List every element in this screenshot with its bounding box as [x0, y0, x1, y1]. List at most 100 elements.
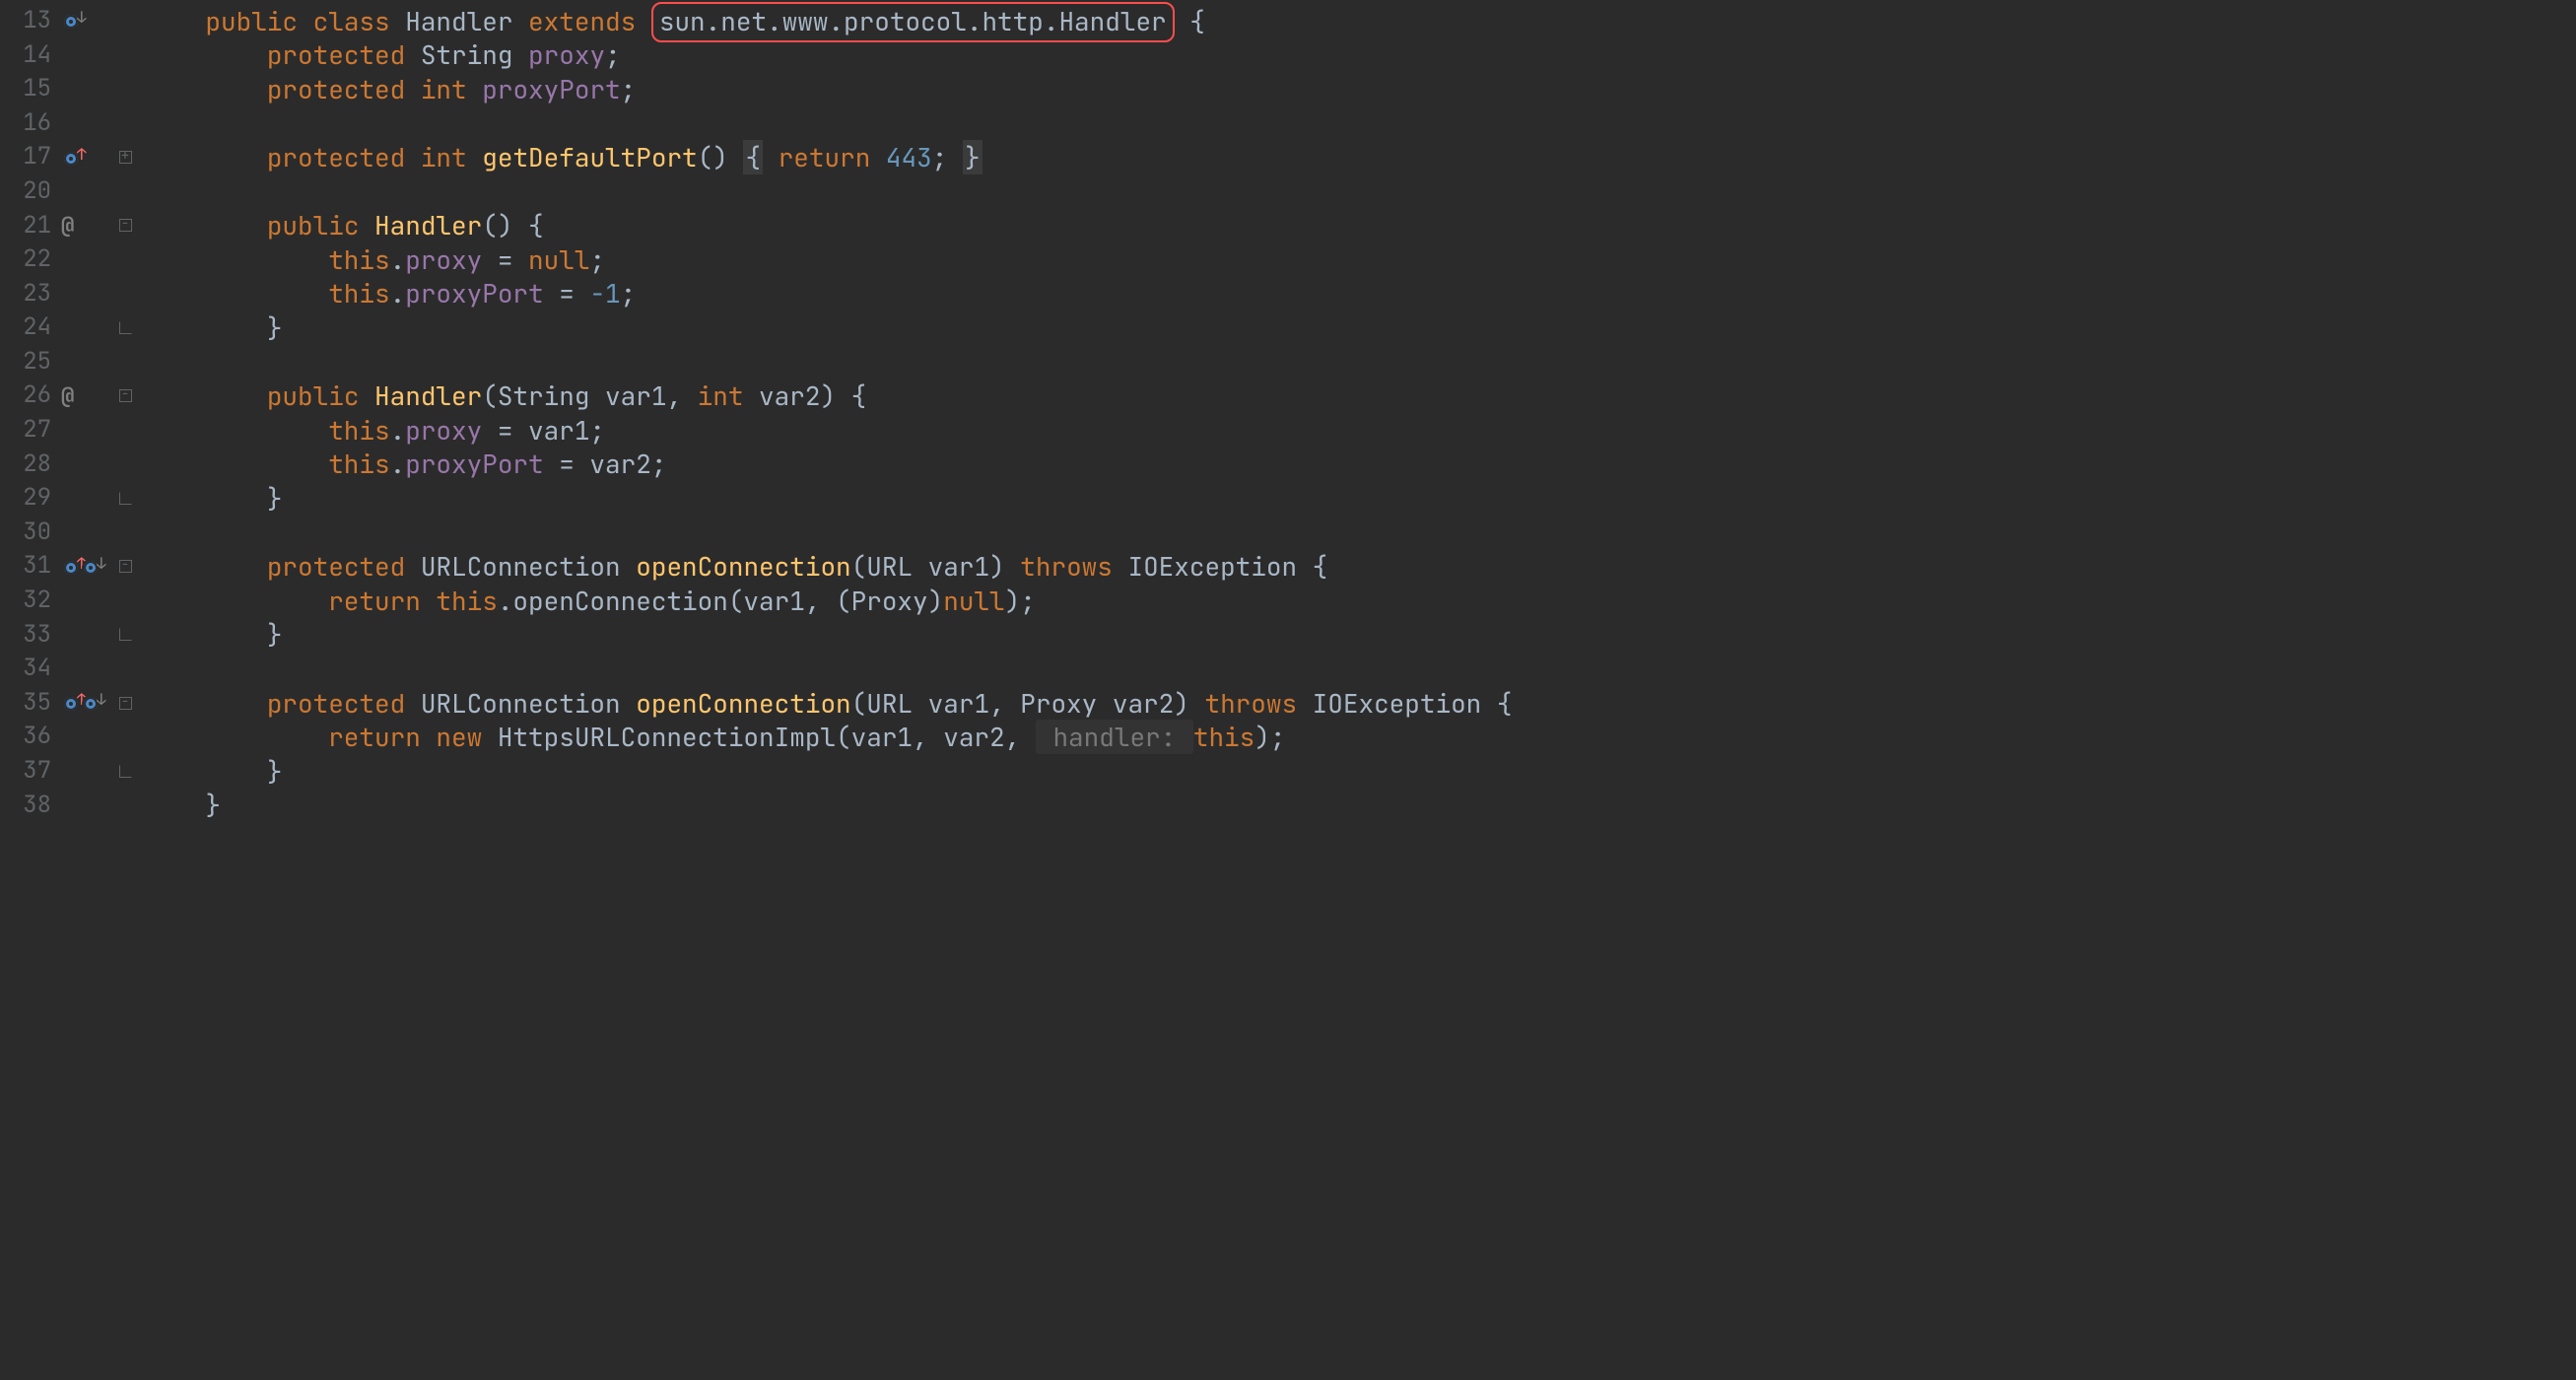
line-number[interactable]: 20: [0, 176, 57, 207]
line-number[interactable]: 27: [0, 415, 57, 446]
function-name: Handler: [374, 379, 482, 413]
line-number[interactable]: 16: [0, 108, 57, 139]
code-content[interactable]: this.proxyPort = var2;: [134, 448, 666, 480]
code-line[interactable]: 13↓ public class Handler extends sun.net…: [0, 4, 2576, 38]
code-line[interactable]: 17↑ + protected int getDefaultPort() { re…: [0, 140, 2576, 174]
fold-collapse-icon[interactable]: −: [119, 560, 132, 573]
indent: [144, 754, 267, 789]
fold-gutter: [116, 765, 134, 778]
code-content[interactable]: }: [134, 311, 282, 344]
code-content[interactable]: }: [134, 755, 282, 788]
keyword: new: [436, 720, 482, 754]
code-content[interactable]: this.proxy = var1;: [134, 414, 605, 447]
line-number[interactable]: 34: [0, 654, 57, 684]
code-text: [763, 140, 779, 174]
line-number[interactable]: 24: [0, 312, 57, 343]
code-line[interactable]: 33 }: [0, 618, 2576, 653]
line-number[interactable]: 22: [0, 244, 57, 275]
code-content[interactable]: protected String proxy;: [134, 38, 621, 71]
code-line[interactable]: 16: [0, 106, 2576, 141]
code-content[interactable]: return this.openConnection(var1, (Proxy)…: [134, 585, 1036, 617]
code-line[interactable]: 35↑↓ − protected URLConnection openConnec…: [0, 686, 2576, 721]
line-number[interactable]: 32: [0, 586, 57, 616]
field-name: proxy: [405, 413, 482, 448]
code-content[interactable]: }: [134, 789, 221, 821]
fold-collapse-icon[interactable]: −: [119, 389, 132, 402]
keyword: return: [328, 584, 421, 618]
code-line[interactable]: 21@ − public Handler() {: [0, 209, 2576, 243]
line-number[interactable]: 37: [0, 756, 57, 787]
code-text: [405, 37, 421, 72]
line-number[interactable]: 31: [0, 551, 57, 582]
annotation-icon[interactable]: @: [61, 212, 74, 240]
code-content[interactable]: this.proxyPort = -1;: [134, 277, 636, 310]
code-line[interactable]: 28 this.proxyPort = var2;: [0, 448, 2576, 482]
keyword: protected: [267, 686, 405, 721]
annotation-icon[interactable]: @: [61, 382, 74, 410]
line-number[interactable]: 36: [0, 722, 57, 752]
code-content[interactable]: public class Handler extends sun.net.www…: [134, 5, 1205, 37]
code-content[interactable]: public Handler(String var1, int var2) {: [134, 380, 866, 412]
code-content[interactable]: protected int getDefaultPort() { return …: [134, 141, 983, 173]
code-line[interactable]: 36 return new HttpsURLConnectionImpl(var…: [0, 720, 2576, 754]
override-up-icon[interactable]: ↑: [61, 694, 79, 712]
code-line[interactable]: 20: [0, 174, 2576, 209]
code-line[interactable]: 32 return this.openConnection(var1, (Pro…: [0, 584, 2576, 618]
line-number[interactable]: 15: [0, 74, 57, 104]
line-number[interactable]: 33: [0, 620, 57, 651]
function-name: getDefaultPort: [482, 140, 697, 174]
override-up-icon[interactable]: ↑: [61, 558, 79, 576]
code-content[interactable]: }: [134, 618, 282, 651]
code-text: = var2;: [544, 447, 667, 481]
code-editor[interactable]: 13↓ public class Handler extends sun.net…: [0, 0, 2576, 822]
line-number[interactable]: 25: [0, 347, 57, 378]
code-content[interactable]: return new HttpsURLConnectionImpl(var1, …: [134, 721, 1285, 753]
code-line[interactable]: 37 }: [0, 754, 2576, 789]
line-number[interactable]: 13: [0, 6, 57, 36]
code-content[interactable]: this.proxy = null;: [134, 243, 605, 276]
code-text: [405, 140, 421, 174]
code-content[interactable]: protected URLConnection openConnection(U…: [134, 550, 1327, 583]
line-number[interactable]: 17: [0, 142, 57, 172]
code-text: .: [390, 276, 406, 310]
fold-collapse-icon[interactable]: −: [119, 219, 132, 232]
code-content[interactable]: protected int proxyPort;: [134, 73, 636, 105]
line-number[interactable]: 28: [0, 449, 57, 480]
code-text: (): [698, 140, 744, 174]
fold-expand-icon[interactable]: +: [119, 151, 132, 164]
override-down-icon[interactable]: ↓: [61, 12, 79, 30]
code-line[interactable]: 25: [0, 345, 2576, 380]
line-number[interactable]: 38: [0, 791, 57, 821]
code-content[interactable]: public Handler() {: [134, 209, 544, 242]
keyword: int: [698, 379, 744, 413]
code-line[interactable]: 14 protected String proxy;: [0, 38, 2576, 73]
override-down-icon[interactable]: ↓: [81, 694, 99, 712]
code-line[interactable]: 38 }: [0, 789, 2576, 823]
code-line[interactable]: 29 }: [0, 481, 2576, 516]
indent: [144, 208, 267, 242]
line-number[interactable]: 26: [0, 380, 57, 411]
line-number[interactable]: 29: [0, 483, 57, 514]
override-down-icon[interactable]: ↓: [81, 558, 99, 576]
code-line[interactable]: 24 }: [0, 310, 2576, 345]
fold-gutter: [116, 492, 134, 505]
code-line[interactable]: 26@ − public Handler(String var1, int var…: [0, 380, 2576, 414]
override-up-icon[interactable]: ↑: [61, 149, 79, 167]
code-line[interactable]: 27 this.proxy = var1;: [0, 413, 2576, 448]
line-number[interactable]: 30: [0, 518, 57, 548]
code-text: [512, 37, 528, 72]
code-line[interactable]: 34: [0, 652, 2576, 686]
line-number[interactable]: 21: [0, 211, 57, 242]
code-content[interactable]: protected URLConnection openConnection(U…: [134, 687, 1512, 720]
code-content[interactable]: }: [134, 482, 282, 515]
code-line[interactable]: 15 protected int proxyPort;: [0, 72, 2576, 106]
line-number[interactable]: 14: [0, 40, 57, 71]
fold-collapse-icon[interactable]: −: [119, 697, 132, 710]
code-line[interactable]: 22 this.proxy = null;: [0, 242, 2576, 277]
code-line[interactable]: 30: [0, 516, 2576, 550]
parameter-hint: handler:: [1036, 720, 1193, 754]
code-line[interactable]: 23 this.proxyPort = -1;: [0, 277, 2576, 311]
line-number[interactable]: 35: [0, 688, 57, 719]
code-line[interactable]: 31↑↓ − protected URLConnection openConnec…: [0, 550, 2576, 585]
line-number[interactable]: 23: [0, 279, 57, 310]
